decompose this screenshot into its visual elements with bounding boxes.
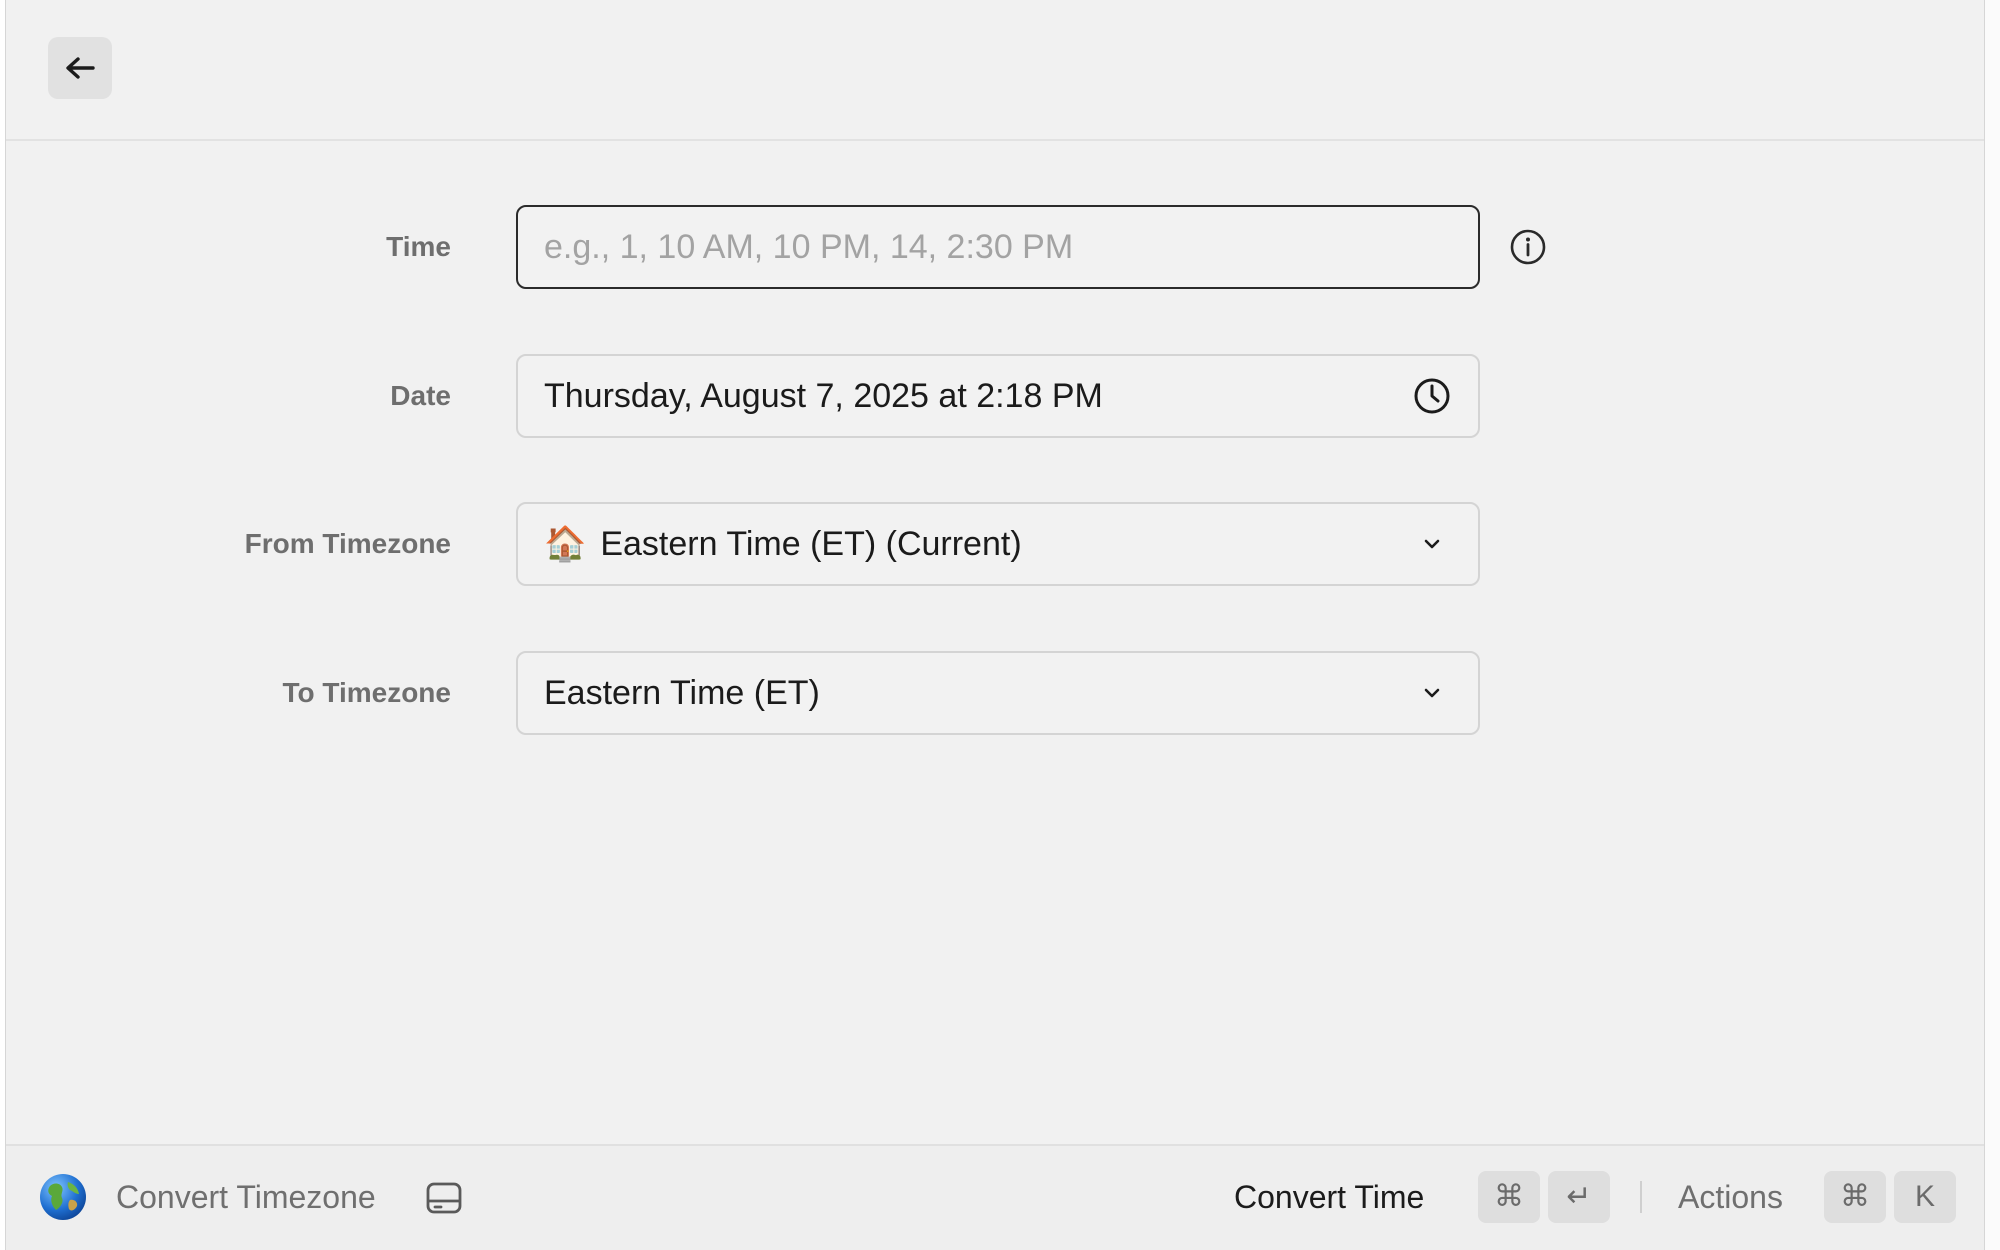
arrow-left-icon [66,57,95,79]
k-key-icon: K [1894,1171,1956,1223]
to-timezone-dropdown[interactable]: Eastern Time (ET) [516,651,1480,735]
from-timezone-value: Eastern Time (ET) (Current) [600,524,1022,563]
divider [1640,1181,1642,1213]
info-icon[interactable] [1508,227,1548,267]
convert-time-button[interactable]: Convert Time [1234,1146,1424,1248]
command-title: Convert Timezone [116,1179,376,1215]
actions-button[interactable]: Actions [1678,1146,1783,1248]
action-bar: Convert Timezone Convert Time ⌘ ↵ Action… [6,1144,1984,1250]
command-key-icon: ⌘ [1824,1171,1886,1223]
back-button[interactable] [48,37,112,99]
return-key-icon: ↵ [1548,1171,1610,1223]
to-timezone-row: To Timezone Eastern Time (ET) [6,651,1984,735]
time-field[interactable] [516,205,1480,289]
house-icon: 🏠 [544,524,587,564]
header-bar [6,0,1984,141]
to-timezone-label: To Timezone [282,677,451,708]
chevron-down-icon[interactable] [1412,673,1452,713]
time-input[interactable] [544,227,1452,267]
clock-icon[interactable] [1412,376,1452,416]
command-key-icon: ⌘ [1478,1171,1540,1223]
time-label: Time [386,231,451,262]
to-timezone-value: Eastern Time (ET) [544,673,820,712]
extension-window: Time Date Thursday, August 7, 2025 at 2:… [5,0,1985,1250]
globe-icon [40,1174,86,1220]
from-timezone-label: From Timezone [244,528,451,559]
date-label: Date [390,380,451,411]
time-row: Time [6,205,1984,289]
from-timezone-row: From Timezone 🏠 Eastern Time (ET) (Curre… [6,502,1984,586]
hard-drive-icon [426,1182,462,1214]
from-timezone-dropdown[interactable]: 🏠 Eastern Time (ET) (Current) [516,502,1480,586]
chevron-down-icon[interactable] [1412,524,1452,564]
date-row: Date Thursday, August 7, 2025 at 2:18 PM [6,354,1984,438]
date-value: Thursday, August 7, 2025 at 2:18 PM [544,376,1103,415]
date-picker[interactable]: Thursday, August 7, 2025 at 2:18 PM [516,354,1480,438]
